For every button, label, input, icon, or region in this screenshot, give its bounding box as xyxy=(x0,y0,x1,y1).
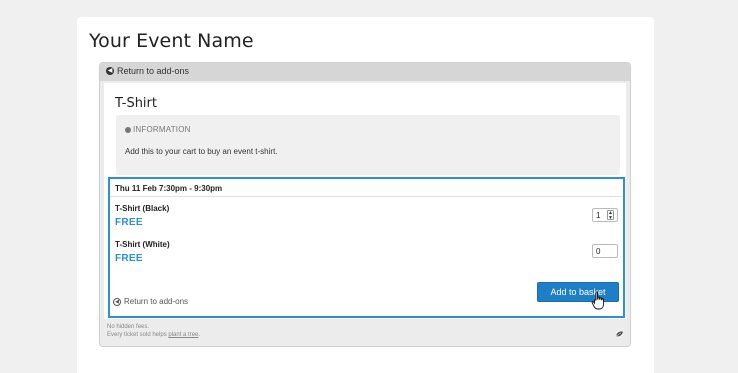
info-icon xyxy=(125,126,131,133)
product-title: T-Shirt xyxy=(115,96,157,111)
divider xyxy=(110,196,623,197)
footer-line-2-suffix: . xyxy=(198,332,201,338)
event-title: Your Event Name xyxy=(89,30,254,52)
quantity-stepper-black[interactable]: 1 ▲ ▼ xyxy=(592,208,618,222)
footer-line-2-prefix: Every ticket sold helps xyxy=(107,332,169,338)
return-to-addons-label: Return to add-ons xyxy=(117,66,190,76)
footer-line-2: Every ticket sold helps plant a tree. xyxy=(107,331,200,339)
info-text: Add this to your cart to buy an event t-… xyxy=(125,147,278,156)
footer-note: No hidden fees. Every ticket sold helps … xyxy=(107,323,200,339)
hand-cursor-icon xyxy=(591,291,604,310)
ticket-name-black: T-Shirt (Black) xyxy=(115,204,170,213)
quantity-value-black: 1 xyxy=(596,210,601,220)
return-to-addons-bottom-link[interactable]: ◀ Return to add-ons xyxy=(113,297,188,306)
plant-a-tree-link[interactable]: plant a tree xyxy=(168,332,198,338)
quantity-value-white: 0 xyxy=(596,246,601,256)
footer-line-1: No hidden fees. xyxy=(107,324,150,330)
panel-header: ◀ Return to add-ons xyxy=(100,63,630,81)
add-to-basket-button[interactable]: Add to basket xyxy=(537,282,619,302)
quantity-input-white[interactable]: 0 xyxy=(592,244,618,258)
ticket-name-white: T-Shirt (White) xyxy=(115,240,170,249)
ticket-selector: Thu 11 Feb 7:30pm - 9:30pm T-Shirt (Blac… xyxy=(108,177,625,318)
arrow-left-circle-icon: ◀ xyxy=(106,67,114,75)
return-to-addons-bottom-label: Return to add-ons xyxy=(124,297,189,306)
info-label: INFORMATION xyxy=(133,125,191,134)
info-heading: INFORMATION xyxy=(125,125,191,134)
session-date: Thu 11 Feb 7:30pm - 9:30pm xyxy=(115,184,223,193)
ticket-price-white: FREE xyxy=(115,253,143,264)
ticket-price-black: FREE xyxy=(115,217,143,228)
arrow-left-circle-outline-icon: ◀ xyxy=(113,297,121,306)
info-box: INFORMATION Add this to your cart to buy… xyxy=(116,115,620,175)
leaf-icon xyxy=(615,331,623,337)
return-to-addons-link[interactable]: ◀ Return to add-ons xyxy=(106,66,189,76)
spinner-arrows-icon[interactable]: ▲ ▼ xyxy=(607,210,614,221)
